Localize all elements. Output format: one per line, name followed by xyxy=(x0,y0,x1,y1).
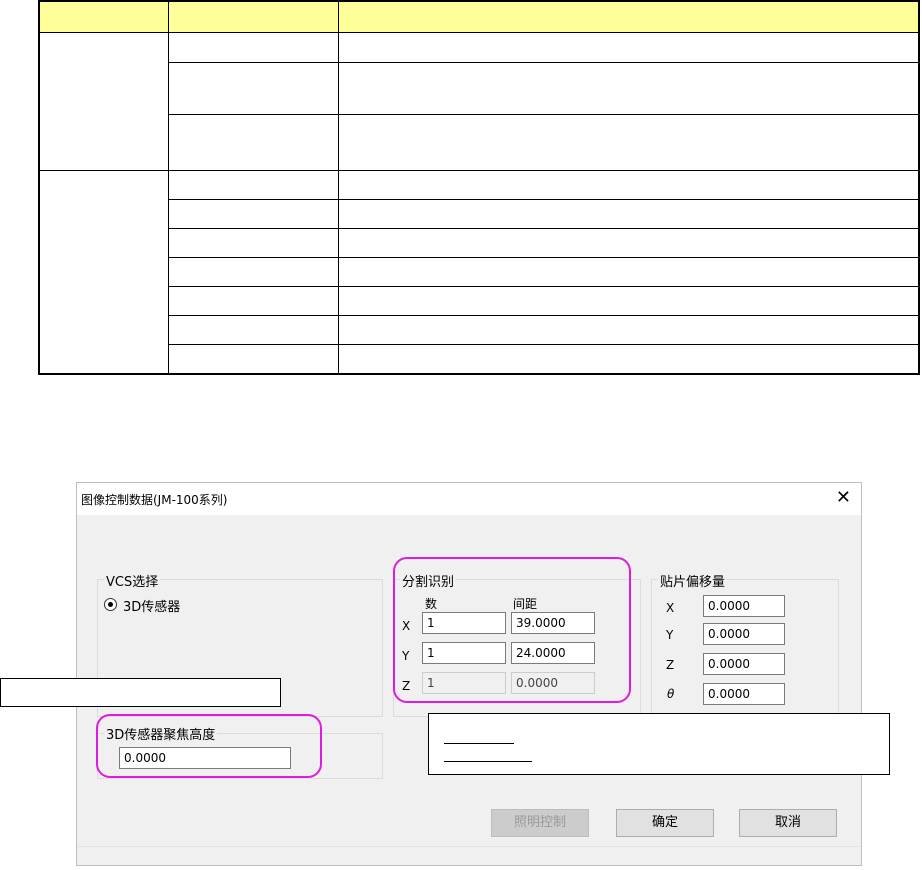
offset-axis-x-label: X xyxy=(666,601,675,615)
table-row-divider xyxy=(168,228,918,229)
table-header-row xyxy=(40,2,918,33)
offset-theta-input[interactable] xyxy=(703,683,785,705)
table-row-divider xyxy=(168,286,918,287)
offset-y-input[interactable] xyxy=(703,623,785,645)
lighting-control-button[interactable]: 照明控制 xyxy=(491,809,589,837)
offset-axis-y-label: Y xyxy=(666,628,674,642)
table-row-divider xyxy=(168,114,918,115)
callout-underline xyxy=(444,743,514,744)
table-col-divider xyxy=(338,2,339,373)
table-row-divider xyxy=(168,257,918,258)
table-row-divider xyxy=(168,315,918,316)
3d-sensor-radio-label: 3D传感器 xyxy=(123,600,181,615)
table-row-divider xyxy=(168,62,918,63)
offset-group-label: 贴片偏移量 xyxy=(658,571,728,590)
close-icon[interactable]: ✕ xyxy=(836,487,851,508)
dialog-titlebar: 图像控制数据(JM-100系列) ✕ xyxy=(77,483,861,515)
focus-height-highlight xyxy=(96,714,322,778)
offset-axis-theta-label: θ xyxy=(667,687,675,701)
3d-sensor-radio[interactable] xyxy=(104,598,117,611)
callout-box-right xyxy=(428,713,890,775)
split-recognition-highlight xyxy=(393,557,631,703)
table-col-divider xyxy=(168,2,169,373)
table-row-divider xyxy=(168,344,918,345)
offset-axis-z-label: Z xyxy=(666,658,675,672)
reference-table xyxy=(38,0,920,375)
offset-x-input[interactable] xyxy=(703,595,785,617)
offset-z-input[interactable] xyxy=(703,653,785,675)
table-row-divider xyxy=(168,199,918,200)
callout-box-left xyxy=(0,678,281,707)
vcs-group-label: VCS选择 xyxy=(104,571,161,590)
ok-button[interactable]: 确定 xyxy=(616,809,714,837)
cancel-button[interactable]: 取消 xyxy=(739,809,837,837)
callout-underline xyxy=(444,761,532,762)
dialog-status-strip xyxy=(77,846,861,865)
table-section-divider xyxy=(40,170,918,171)
dialog-title: 图像控制数据(JM-100系列) xyxy=(81,493,228,507)
